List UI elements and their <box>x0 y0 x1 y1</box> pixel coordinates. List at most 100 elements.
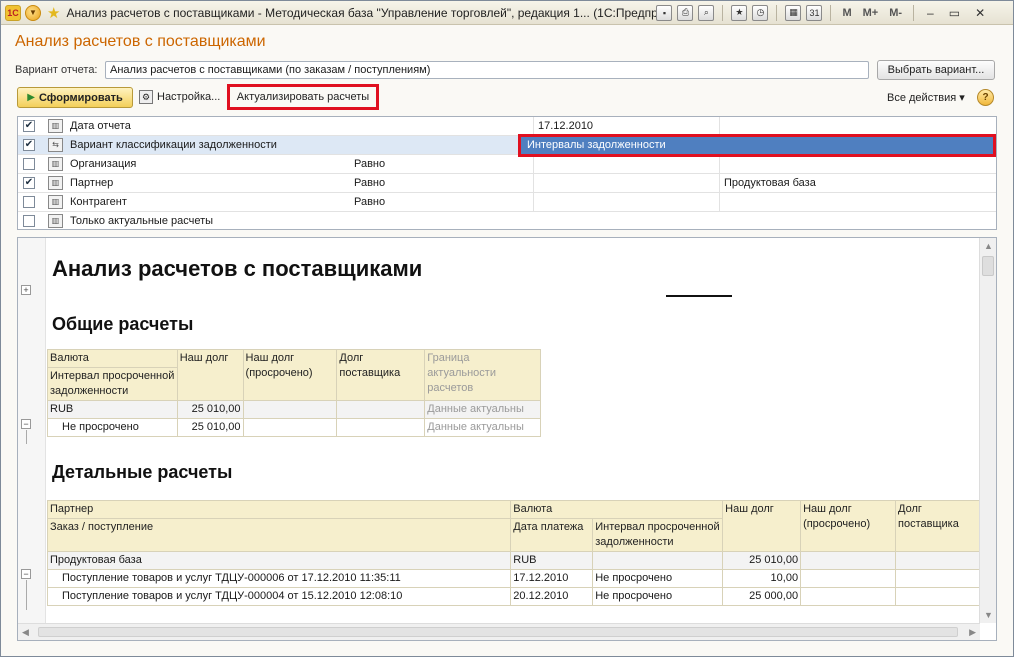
checkbox[interactable]: ✔ <box>23 139 35 151</box>
preview-icon[interactable]: ⌕ <box>698 4 715 21</box>
memory-m-button[interactable]: M <box>839 7 854 19</box>
header-interval: Интервал просроченной задолженности <box>47 367 178 401</box>
settings-icon: ⚙ <box>139 90 153 104</box>
setting-name: Вариант классификации задолженности <box>70 139 277 151</box>
setting-name: Дата отчета <box>70 120 131 132</box>
report-settings-table: ✔ ▥ Дата отчета 17.12.2010 ✔ ⇆ Вариант к… <box>17 116 997 230</box>
setting-extra[interactable] <box>720 155 996 173</box>
memory-m-plus-button[interactable]: M+ <box>860 7 882 19</box>
cell-supplier <box>336 418 426 437</box>
header-pay-date: Дата платежа <box>510 518 594 552</box>
setting-condition[interactable]: Равно <box>350 193 534 211</box>
settings-row[interactable]: ▥ Контрагент Равно <box>18 193 996 212</box>
scroll-up-icon[interactable]: ▲ <box>984 241 993 251</box>
cell-pay-date: 20.12.2010 <box>510 587 594 606</box>
setting-value-highlighted[interactable]: Интервалы задолженности <box>518 134 996 157</box>
checkbox[interactable]: ✔ <box>23 120 35 132</box>
setting-condition[interactable]: Равно <box>350 155 534 173</box>
checkbox[interactable] <box>23 196 35 208</box>
field-icon: ⇆ <box>48 138 63 152</box>
table-row[interactable]: Не просрочено 25 010,00 Данные актуальны <box>47 418 541 437</box>
memory-m-minus-button[interactable]: M- <box>886 7 905 19</box>
close-icon[interactable]: ✕ <box>970 6 990 20</box>
scroll-thumb[interactable] <box>38 627 958 637</box>
cell-document[interactable]: Поступление товаров и услуг ТДЦУ-000004 … <box>46 587 512 606</box>
setting-condition[interactable] <box>350 117 534 135</box>
cell-supplier <box>336 400 426 419</box>
checkbox[interactable] <box>23 158 35 170</box>
cell-actuality: Данные актуальны <box>424 418 541 437</box>
setting-value[interactable]: 17.12.2010 <box>534 117 720 135</box>
setting-extra[interactable] <box>720 193 996 211</box>
setting-name: Контрагент <box>70 196 127 208</box>
scroll-right-icon[interactable]: ▶ <box>969 627 976 638</box>
settings-row-selected[interactable]: ✔ ⇆ Вариант классификации задолженности … <box>18 134 996 157</box>
cell-our-debt: 25 010,00 <box>176 418 244 437</box>
separator <box>722 4 724 21</box>
header-order: Заказ / поступление <box>46 518 512 552</box>
header-currency: Валюта <box>510 500 724 519</box>
app-logo-icon[interactable]: 1С <box>5 4 21 21</box>
scroll-thumb[interactable] <box>982 256 994 276</box>
play-icon: ▶ <box>27 92 35 103</box>
setting-extra[interactable]: Продуктовая база <box>720 174 996 192</box>
settings-label: Настройка... <box>157 91 221 103</box>
checkbox[interactable] <box>23 215 35 227</box>
print-icon[interactable]: ⎙ <box>677 4 694 21</box>
table-row[interactable]: RUB 25 010,00 Данные актуальны <box>47 400 541 419</box>
scroll-down-icon[interactable]: ▼ <box>984 610 993 620</box>
favorites-star-icon[interactable]: ★ <box>47 4 60 22</box>
window-title: Анализ расчетов с поставщиками - Методич… <box>66 5 657 20</box>
collapse-minus-icon[interactable]: − <box>21 569 31 579</box>
cell-document[interactable]: Поступление товаров и услуг ТДЦУ-000006 … <box>46 569 512 588</box>
expand-plus-icon[interactable]: + <box>21 285 31 295</box>
detail-settlements-table: Партнер Валюта Наш долг Наш долг (просро… <box>46 500 982 606</box>
header-supplier-debt: Долг поставщика <box>895 500 982 552</box>
generate-button[interactable]: ▶ Сформировать <box>17 87 133 108</box>
settings-row[interactable]: ▥ Организация Равно <box>18 155 996 174</box>
field-icon: ▥ <box>48 157 63 171</box>
header-our-debt-overdue: Наш долг (просрочено) <box>242 349 338 401</box>
separator <box>776 4 778 21</box>
general-settlements-table: Валюта Наш долг Наш долг (просрочено) До… <box>47 349 541 437</box>
all-actions-menu[interactable]: Все действия ▾ <box>887 91 965 104</box>
field-icon: ▥ <box>48 214 63 228</box>
save-icon[interactable]: ▪ <box>656 4 673 21</box>
settings-button[interactable]: ⚙ Настройка... <box>139 90 220 104</box>
horizontal-scrollbar[interactable]: ◀ ▶ <box>18 623 980 640</box>
all-actions-label: Все действия <box>887 92 957 104</box>
actualize-settlements-button[interactable]: Актуализировать расчеты <box>227 84 379 110</box>
table-row[interactable]: Поступление товаров и услуг ТДЦУ-000006 … <box>46 569 982 588</box>
cell-interval <box>592 551 724 570</box>
setting-value[interactable] <box>534 193 720 211</box>
cell-actuality: Данные актуальны <box>424 400 541 419</box>
setting-extra[interactable] <box>720 117 996 135</box>
settings-row[interactable]: ▥ Только актуальные расчеты <box>18 212 996 231</box>
header-interval: Интервал просроченной задолженности <box>592 518 724 552</box>
table-row[interactable]: Продуктовая база RUB 25 010,00 <box>46 551 982 570</box>
minimize-icon[interactable]: – <box>922 6 939 20</box>
checkbox[interactable]: ✔ <box>23 177 35 189</box>
calculator-icon[interactable]: ▦ <box>785 4 802 21</box>
add-favorite-icon[interactable]: ★ <box>731 4 748 21</box>
variant-field[interactable]: Анализ расчетов с поставщиками (по заказ… <box>105 61 869 79</box>
settings-row[interactable]: ✔ ▥ Партнер Равно Продуктовая база <box>18 174 996 193</box>
scroll-left-icon[interactable]: ◀ <box>22 627 29 638</box>
vertical-scrollbar[interactable]: ▲ ▼ <box>979 238 996 623</box>
history-icon[interactable]: ◷ <box>752 4 769 21</box>
chevron-down-icon: ▾ <box>959 92 965 104</box>
collapse-minus-icon[interactable]: − <box>21 419 31 429</box>
setting-value[interactable] <box>534 174 720 192</box>
setting-name: Только актуальные расчеты <box>70 215 214 227</box>
help-icon[interactable]: ? <box>977 89 994 106</box>
restore-icon[interactable]: ▭ <box>944 6 965 20</box>
report-document[interactable]: + − − Анализ расчетов с поставщиками Общ… <box>17 237 997 641</box>
header-supplier-debt: Долг поставщика <box>336 349 426 401</box>
calendar-icon[interactable]: 31 <box>806 4 823 21</box>
header-currency: Валюта <box>47 349 178 368</box>
table-row[interactable]: Поступление товаров и услуг ТДЦУ-000004 … <box>46 587 982 606</box>
main-menu-icon[interactable]: ▼ <box>25 4 41 21</box>
choose-variant-button[interactable]: Выбрать вариант... <box>877 60 995 80</box>
setting-condition[interactable]: Равно <box>350 174 534 192</box>
setting-value[interactable] <box>534 155 720 173</box>
